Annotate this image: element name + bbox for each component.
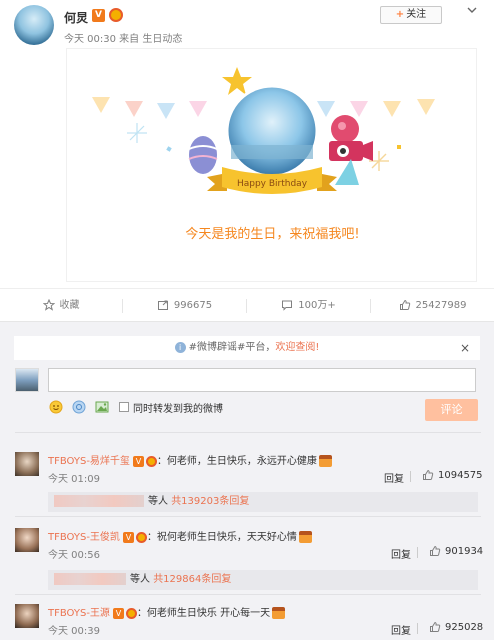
chevron-down-icon[interactable] — [466, 4, 478, 16]
comment-text-line: TFBOYS-王俊凯 V ：祝何老师生日快乐，天天好心情 — [48, 528, 312, 543]
verified-badge: V — [132, 455, 144, 467]
notice-text: #微博辟谣#平台， — [188, 342, 276, 353]
verified-badge: V — [112, 607, 124, 619]
comment-time: 今天 00:56 — [48, 550, 100, 561]
commenter-avatar[interactable] — [15, 604, 39, 628]
comment-like-count: 901934 — [445, 546, 484, 557]
balloon-icon — [331, 115, 359, 143]
crown-badge-icon — [135, 531, 147, 543]
cake-emoji-icon — [318, 455, 332, 467]
crown-badge-icon — [109, 8, 123, 22]
verified-badge: V — [92, 9, 105, 22]
reply-divider — [410, 471, 411, 482]
repost-count: 996675 — [173, 300, 213, 311]
follow-label: 关注 — [406, 9, 427, 20]
divider — [15, 516, 481, 517]
thumbs-up-icon — [399, 299, 410, 310]
crown-badge-icon — [125, 607, 137, 619]
info-icon: i — [174, 341, 186, 353]
thumbs-up-icon — [430, 621, 441, 632]
comment-text-line: TFBOYS-易烊千玺 V ：何老师，生日快乐，永远开心健康 — [48, 452, 332, 467]
view-replies-link[interactable]: 共139203条回复 — [171, 496, 249, 507]
camera-icon — [329, 141, 373, 161]
comment-time: 今天 00:39 — [48, 626, 100, 637]
action-bar: 收藏 996675 100万+ 25427989 — [0, 288, 494, 322]
blurred-usernames — [54, 573, 126, 585]
post-meta: 今天 00:30 来自 生日动态 — [64, 34, 183, 45]
close-icon[interactable]: × — [460, 336, 470, 360]
birthday-message: 今天是我的生日，来祝福我吧! — [185, 227, 360, 242]
repost-checkbox[interactable] — [119, 402, 129, 412]
like-button[interactable]: 25427989 — [371, 289, 494, 323]
comment-text: ：祝何老师生日快乐，天天好心情 — [146, 532, 297, 543]
crown-badge-icon — [145, 455, 157, 467]
comment-icon — [282, 300, 293, 311]
reply-divider — [417, 547, 418, 558]
divider — [15, 432, 481, 433]
cake-emoji-icon — [272, 607, 286, 619]
notice-link[interactable]: 欢迎查阅! — [275, 342, 319, 353]
view-replies-link[interactable]: 共129864条回复 — [153, 574, 231, 585]
collect-button[interactable]: 收藏 — [0, 289, 122, 323]
birthday-illustration: Happy Birthday — [92, 67, 435, 194]
collect-label: 收藏 — [59, 300, 80, 311]
plus-icon: + — [395, 9, 405, 20]
reply-divider — [417, 623, 418, 634]
comment-area: i #微博辟谣#平台，欢迎查阅! × 同时转发到我的微博 评论 TFBOYS-易烊… — [0, 322, 494, 640]
verified-badge: V — [122, 531, 134, 543]
comment-input[interactable] — [48, 368, 476, 392]
follow-button[interactable]: + 关注 — [380, 6, 442, 24]
comment-time: 今天 01:09 — [48, 474, 100, 485]
post-header: 何炅 V 今天 00:30 来自 生日动态 + 关注 — [0, 0, 494, 48]
my-avatar — [15, 368, 39, 392]
repost-button[interactable]: 996675 — [123, 289, 246, 323]
reply-button[interactable]: 回复 — [384, 470, 404, 485]
reply-button[interactable]: 回复 — [391, 622, 411, 637]
commenter-avatar[interactable] — [15, 528, 39, 552]
star-icon — [222, 67, 252, 95]
reply-button[interactable]: 回复 — [391, 546, 411, 561]
comment-text: ：何老师生日快乐 开心每一天 — [136, 608, 271, 619]
thumbs-up-icon — [430, 545, 441, 556]
author-avatar[interactable] — [14, 5, 54, 45]
commenter-name[interactable]: TFBOYS-王源 — [48, 608, 110, 619]
submit-comment-button[interactable]: 评论 — [425, 399, 478, 421]
comment-like-count: 925028 — [445, 622, 484, 633]
emoji-icon[interactable] — [49, 400, 63, 414]
comment-text-line: TFBOYS-王源 V ：何老师生日快乐 开心每一天 — [48, 604, 286, 619]
comment-button[interactable]: 100万+ — [247, 289, 370, 323]
avatar-photo — [225, 84, 319, 178]
firework-left — [127, 123, 147, 143]
comment-count: 100万+ — [298, 300, 336, 311]
replies-suffix: 等人 — [148, 496, 168, 507]
commenter-name[interactable]: TFBOYS-王俊凯 — [48, 532, 120, 543]
birthday-card[interactable]: Happy Birthday 今天是我的生日，来祝福我吧! — [66, 48, 477, 282]
repost-checkbox-label: 同时转发到我的微博 — [133, 404, 223, 415]
replies-summary[interactable]: 等人 共129864条回复 — [48, 570, 478, 590]
comment-text: ：何老师，生日快乐，永远开心健康 — [156, 456, 317, 467]
cake-emoji-icon — [298, 531, 312, 543]
commenter-avatar[interactable] — [15, 452, 39, 476]
author-name[interactable]: 何炅 — [64, 9, 88, 26]
comment-like-button[interactable]: 901934 — [429, 545, 483, 557]
thumbs-up-icon — [423, 469, 434, 480]
rumor-notice: i #微博辟谣#平台，欢迎查阅! × — [14, 336, 480, 360]
like-count: 25427989 — [415, 300, 467, 311]
divider — [15, 594, 481, 595]
comment-like-count: 1094575 — [438, 470, 483, 481]
blurred-usernames — [54, 495, 144, 507]
commenter-name[interactable]: TFBOYS-易烊千玺 — [48, 456, 130, 467]
star-outline-icon — [42, 298, 55, 311]
party-hat — [335, 159, 359, 185]
comment-like-button[interactable]: 925028 — [429, 621, 483, 633]
ribbon-text: Happy Birthday — [237, 179, 308, 189]
topic-icon[interactable] — [72, 400, 86, 414]
replies-suffix: 等人 — [130, 574, 150, 585]
comment-like-button[interactable]: 1094575 — [422, 469, 483, 481]
image-icon[interactable] — [95, 400, 109, 414]
replies-summary[interactable]: 等人 共139203条回复 — [48, 492, 478, 512]
repost-icon — [157, 300, 168, 310]
